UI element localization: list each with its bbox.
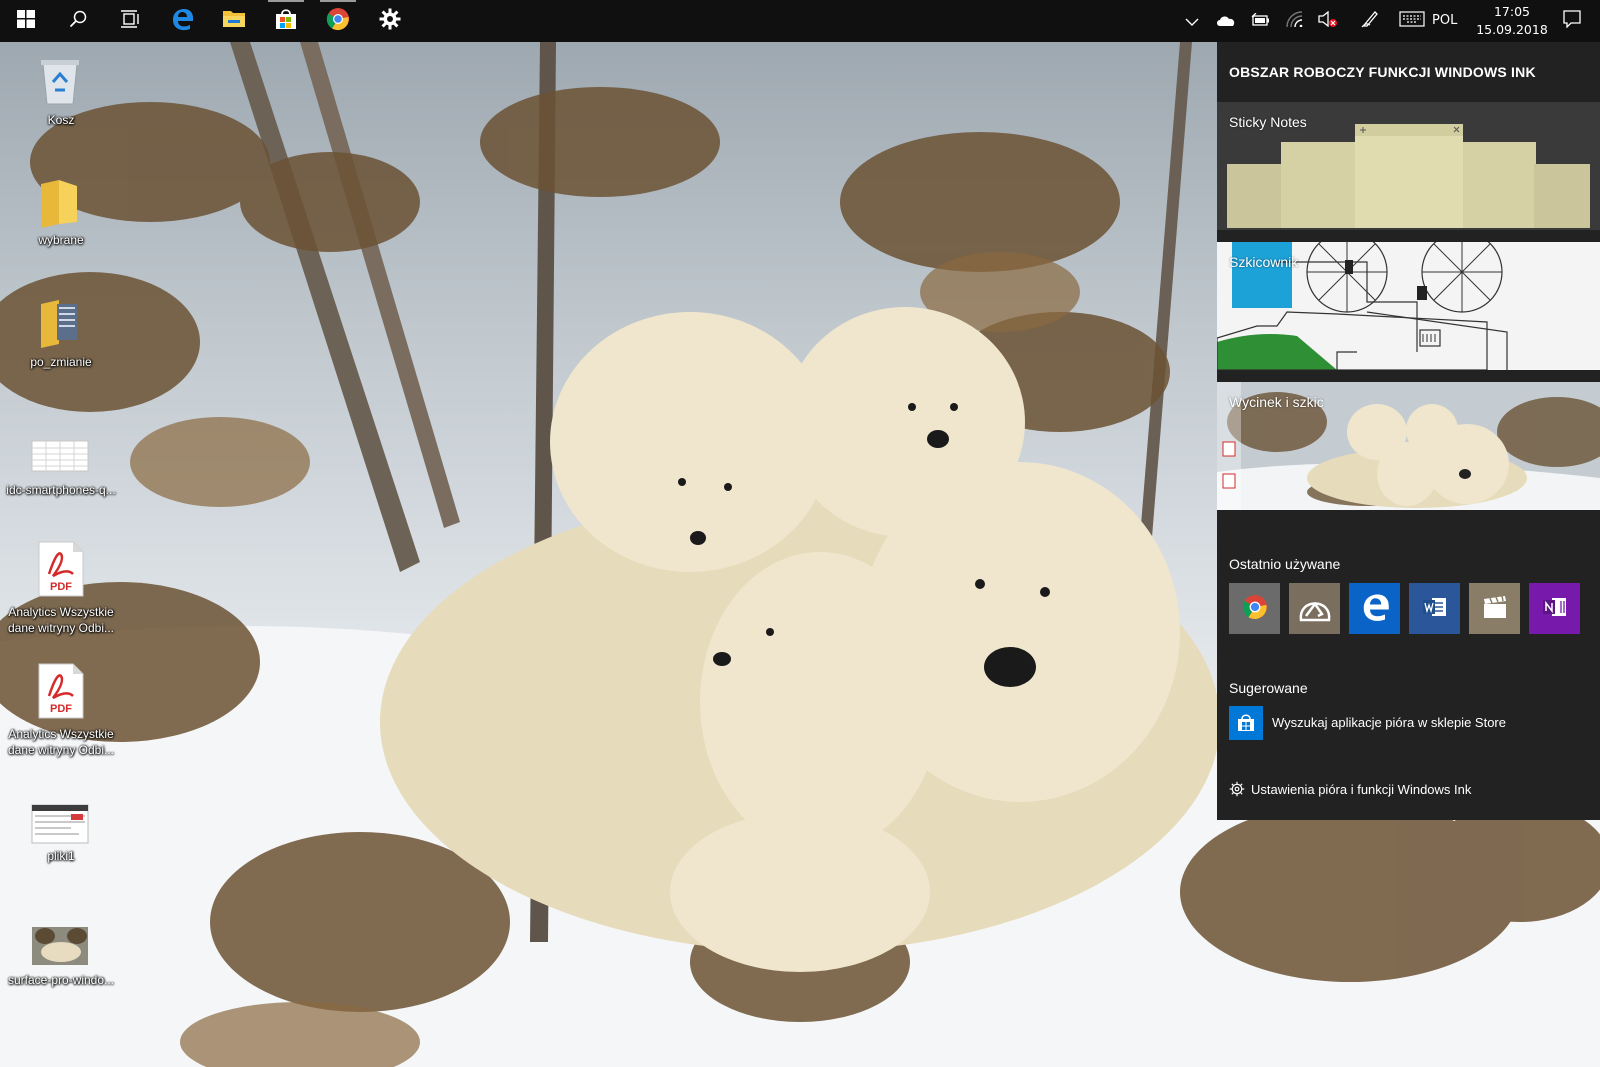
desktop-icon-label: idc-smartphones-q...	[6, 483, 116, 497]
touch-keyboard-tray-button[interactable]	[1394, 0, 1430, 42]
search-icon	[69, 10, 87, 32]
pdf-icon: PDF	[31, 540, 89, 598]
store-taskbar-button[interactable]	[260, 0, 312, 42]
recent-app-edge[interactable]	[1349, 583, 1400, 634]
settings-link-label: Ustawienia pióra i funkcji Windows Ink	[1251, 782, 1472, 797]
tile-label: Szkicownik	[1229, 254, 1299, 270]
recent-heading: Ostatnio używane	[1229, 556, 1341, 572]
wifi-icon	[1285, 11, 1303, 31]
pdf-icon: PDF	[31, 662, 89, 720]
sketchpad-tile[interactable]: Szkicownik	[1217, 242, 1600, 370]
folder-documents-icon	[31, 294, 89, 352]
edge-taskbar-button[interactable]	[156, 0, 208, 42]
onedrive-tray-button[interactable]	[1210, 0, 1242, 42]
chrome-taskbar-button[interactable]	[312, 0, 364, 42]
search-button[interactable]	[52, 0, 104, 42]
gear-icon	[1229, 781, 1245, 801]
recent-app-movies[interactable]	[1469, 583, 1520, 634]
onedrive-cloud-icon	[1216, 12, 1236, 31]
battery-tray-button[interactable]	[1244, 0, 1276, 42]
snip-and-sketch-tile[interactable]: Wycinek i szkic	[1217, 382, 1600, 510]
desktop-icon-recycle-bin[interactable]: Kosz	[0, 50, 122, 130]
drawboard-icon	[1298, 592, 1332, 626]
recent-app-chrome[interactable]	[1229, 583, 1280, 634]
spreadsheet-thumbnail-icon	[31, 440, 89, 474]
desktop-icon-label: Analytics Wszystkie dane witryny Odbi...	[7, 605, 115, 635]
file-explorer-taskbar-button[interactable]	[208, 0, 260, 42]
panel-title: OBSZAR ROBOCZY FUNKCJI WINDOWS INK	[1229, 64, 1536, 80]
recent-app-drawboard[interactable]	[1289, 583, 1340, 634]
file-explorer-icon	[222, 9, 246, 33]
keyboard-icon	[1399, 11, 1425, 31]
desktop-icon-label: Kosz	[47, 113, 75, 127]
clock-date: 15.09.2018	[1476, 22, 1548, 37]
recent-app-word[interactable]	[1409, 583, 1460, 634]
action-center-button[interactable]	[1552, 0, 1592, 42]
pen-icon	[1361, 10, 1379, 32]
desktop-icon-folder-po-zmianie[interactable]: po_zmianie	[0, 292, 122, 372]
edge-icon	[1360, 592, 1390, 626]
clock-time: 17:05	[1493, 4, 1531, 19]
desktop-icon-label: Analytics Wszystkie dane witryny Odbi...	[7, 727, 115, 757]
photo-thumbnail-icon	[31, 926, 89, 966]
desktop-icon-label: surface-pro-windo...	[7, 973, 115, 987]
desktop-icon-pliki1[interactable]: pliki1	[0, 804, 122, 868]
word-icon	[1422, 595, 1448, 623]
chevron-up-icon	[1185, 12, 1199, 31]
sticky-notes-tile[interactable]: Sticky Notes	[1217, 102, 1600, 230]
notification-icon	[1563, 10, 1581, 32]
edge-icon	[170, 7, 194, 35]
task-view-icon	[120, 10, 140, 32]
suggested-heading: Sugerowane	[1229, 680, 1308, 696]
desktop-icon-surface-pro[interactable]: surface-pro-windo...	[0, 926, 122, 992]
windows-ink-workspace-panel: OBSZAR ROBOCZY FUNKCJI WINDOWS INK Stick…	[1217, 42, 1600, 820]
screenshot-thumbnail-icon	[31, 804, 89, 844]
store-icon	[274, 7, 298, 35]
desktop-icon-pdf-analytics-1[interactable]: PDF Analytics Wszystkie dane witryny Odb…	[0, 538, 122, 638]
input-language-indicator[interactable]: POL	[1432, 0, 1457, 42]
tile-label: Wycinek i szkic	[1229, 394, 1324, 410]
chrome-icon	[1242, 594, 1268, 624]
store-link-label: Wyszukaj aplikacje pióra w sklepie Store	[1272, 715, 1506, 730]
pen-settings-link[interactable]: Ustawienia pióra i funkcji Windows Ink	[1229, 780, 1589, 800]
desktop-icon-label: wybrane	[38, 233, 84, 247]
clock[interactable]: 17:05 15.09.2018	[1472, 3, 1552, 39]
svg-text:PDF: PDF	[50, 581, 72, 593]
desktop-icon-pdf-analytics-2[interactable]: PDF Analytics Wszystkie dane witryny Odb…	[0, 660, 122, 760]
settings-gear-icon	[379, 8, 401, 34]
show-hidden-icons-button[interactable]	[1176, 0, 1208, 42]
recent-app-onenote[interactable]	[1529, 583, 1580, 634]
desktop-icon-label: pliki1	[47, 849, 75, 863]
store-pen-apps-link[interactable]: Wyszukaj aplikacje pióra w sklepie Store	[1229, 706, 1589, 740]
store-bag-icon	[1229, 706, 1263, 740]
desktop-icon-idc-smartphones[interactable]: idc-smartphones-q...	[0, 440, 122, 502]
folder-icon	[31, 174, 89, 232]
onenote-icon	[1542, 595, 1568, 623]
windows-logo-icon	[17, 10, 35, 32]
task-view-button[interactable]	[104, 0, 156, 42]
svg-text:PDF: PDF	[50, 703, 72, 715]
volume-muted-icon	[1318, 10, 1338, 31]
recycle-bin-icon	[31, 50, 89, 108]
tile-label: Sticky Notes	[1229, 114, 1307, 130]
settings-taskbar-button[interactable]	[364, 0, 416, 42]
chrome-icon	[326, 7, 350, 35]
clapperboard-icon	[1481, 595, 1509, 623]
windows-ink-tray-button[interactable]	[1354, 0, 1386, 42]
desktop-icon-folder-wybrane[interactable]: wybrane	[0, 170, 122, 250]
battery-icon	[1250, 12, 1270, 31]
desktop-icon-label: po_zmianie	[30, 355, 92, 369]
taskbar: POL 17:05 15.09.2018	[0, 0, 1600, 42]
network-tray-button[interactable]	[1278, 0, 1310, 42]
volume-tray-button[interactable]	[1312, 0, 1344, 42]
start-button[interactable]	[0, 0, 52, 42]
